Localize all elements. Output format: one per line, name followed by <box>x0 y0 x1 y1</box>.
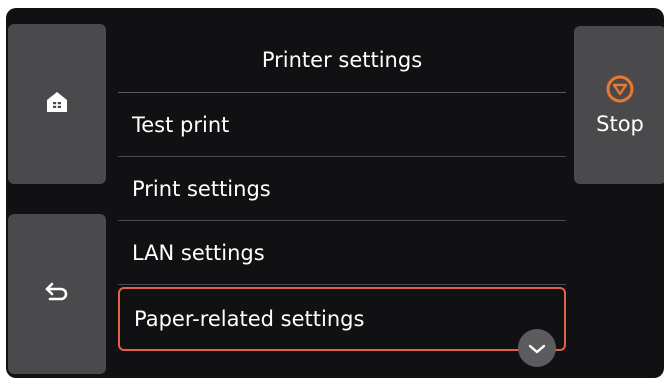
settings-list: Printer settings Test print Print settin… <box>118 28 566 378</box>
back-button[interactable] <box>8 214 106 374</box>
scroll-down-button[interactable] <box>518 329 556 367</box>
printer-screen: Stop Printer settings Test print Print s… <box>6 8 664 378</box>
menu-item-test-print[interactable]: Test print <box>118 93 566 157</box>
stop-label: Stop <box>596 112 644 136</box>
menu-item-print-settings[interactable]: Print settings <box>118 157 566 221</box>
chevron-down-icon <box>527 336 547 360</box>
menu-item-label: LAN settings <box>132 240 265 265</box>
menu-item-lan-settings[interactable]: LAN settings <box>118 221 566 285</box>
home-icon <box>44 89 70 119</box>
back-arrow-icon <box>44 282 70 306</box>
menu-item-label: Print settings <box>132 176 271 201</box>
menu-item-paper-related-settings[interactable]: Paper-related settings <box>118 287 566 367</box>
stop-button[interactable]: Stop <box>574 26 664 184</box>
menu-item-label: Paper-related settings <box>134 307 365 331</box>
stop-icon <box>605 74 635 108</box>
home-button[interactable] <box>8 24 106 184</box>
menu-item-label: Test print <box>132 112 230 137</box>
page-title: Printer settings <box>118 28 566 93</box>
